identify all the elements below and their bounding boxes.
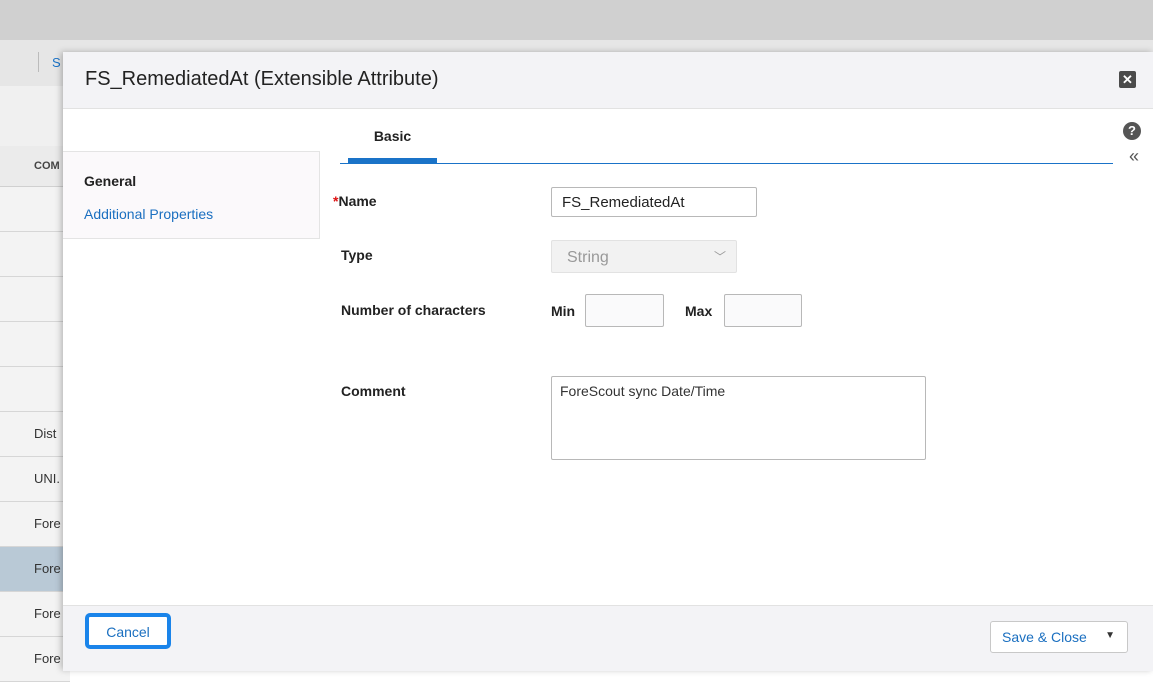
table-row[interactable]: Dist bbox=[0, 412, 70, 457]
cancel-button[interactable]: Cancel bbox=[85, 613, 171, 649]
background-separator bbox=[38, 52, 39, 72]
background-top-bar bbox=[0, 0, 1153, 40]
extensible-attribute-dialog: FS_RemediatedAt (Extensible Attribute) ✕… bbox=[63, 52, 1153, 671]
type-label: Type bbox=[341, 247, 373, 263]
tab-bar: Basic bbox=[340, 108, 1113, 164]
dialog-footer: Cancel Save & Close ▼ bbox=[63, 605, 1153, 671]
collapse-panel-icon[interactable]: « bbox=[1123, 145, 1145, 167]
background-column-label: COM bbox=[34, 160, 60, 172]
table-row-selected[interactable]: Fore bbox=[0, 547, 70, 592]
type-select-value: String bbox=[567, 249, 609, 266]
min-label: Min bbox=[551, 303, 576, 319]
chevron-down-icon: ﹀ bbox=[713, 250, 726, 264]
min-input[interactable] bbox=[585, 294, 664, 327]
help-icon[interactable]: ? bbox=[1123, 122, 1141, 140]
name-label: *Name bbox=[333, 193, 377, 209]
background-link[interactable]: S bbox=[52, 55, 61, 70]
table-row[interactable] bbox=[0, 277, 70, 322]
dialog-sidebar: General Additional Properties bbox=[63, 151, 320, 239]
type-select[interactable]: String ﹀ bbox=[551, 240, 737, 273]
save-and-close-label: Save & Close bbox=[1002, 629, 1087, 645]
table-row[interactable] bbox=[0, 232, 70, 277]
comment-textarea[interactable]: ForeScout sync Date/Time bbox=[551, 376, 926, 460]
number-of-characters-label: Number of characters bbox=[341, 302, 486, 318]
save-and-close-button[interactable]: Save & Close ▼ bbox=[990, 621, 1128, 653]
sidebar-item-additional-properties[interactable]: Additional Properties bbox=[84, 206, 213, 222]
max-label: Max bbox=[685, 303, 713, 319]
cancel-button-label: Cancel bbox=[106, 624, 150, 640]
table-row[interactable] bbox=[0, 367, 70, 412]
table-row[interactable]: Fore bbox=[0, 502, 70, 547]
name-input[interactable] bbox=[551, 187, 757, 217]
max-input[interactable] bbox=[724, 294, 802, 327]
tab-basic-label: Basic bbox=[373, 128, 412, 144]
dialog-title: FS_RemediatedAt (Extensible Attribute) bbox=[85, 68, 439, 90]
table-row[interactable]: UNI. bbox=[0, 457, 70, 502]
tab-basic[interactable]: Basic bbox=[348, 108, 437, 163]
dialog-header: FS_RemediatedAt (Extensible Attribute) ✕ bbox=[63, 52, 1153, 109]
table-row[interactable]: Fore bbox=[0, 592, 70, 637]
sidebar-item-general[interactable]: General bbox=[84, 173, 136, 189]
close-icon[interactable]: ✕ bbox=[1119, 71, 1136, 88]
table-row[interactable] bbox=[0, 322, 70, 367]
comment-label: Comment bbox=[341, 383, 406, 399]
table-row[interactable]: Fore bbox=[0, 637, 70, 682]
caret-down-icon[interactable]: ▼ bbox=[1105, 630, 1115, 641]
table-row[interactable] bbox=[0, 187, 70, 232]
background-table: Dist UNI. Fore Fore Fore Fore bbox=[0, 187, 70, 682]
